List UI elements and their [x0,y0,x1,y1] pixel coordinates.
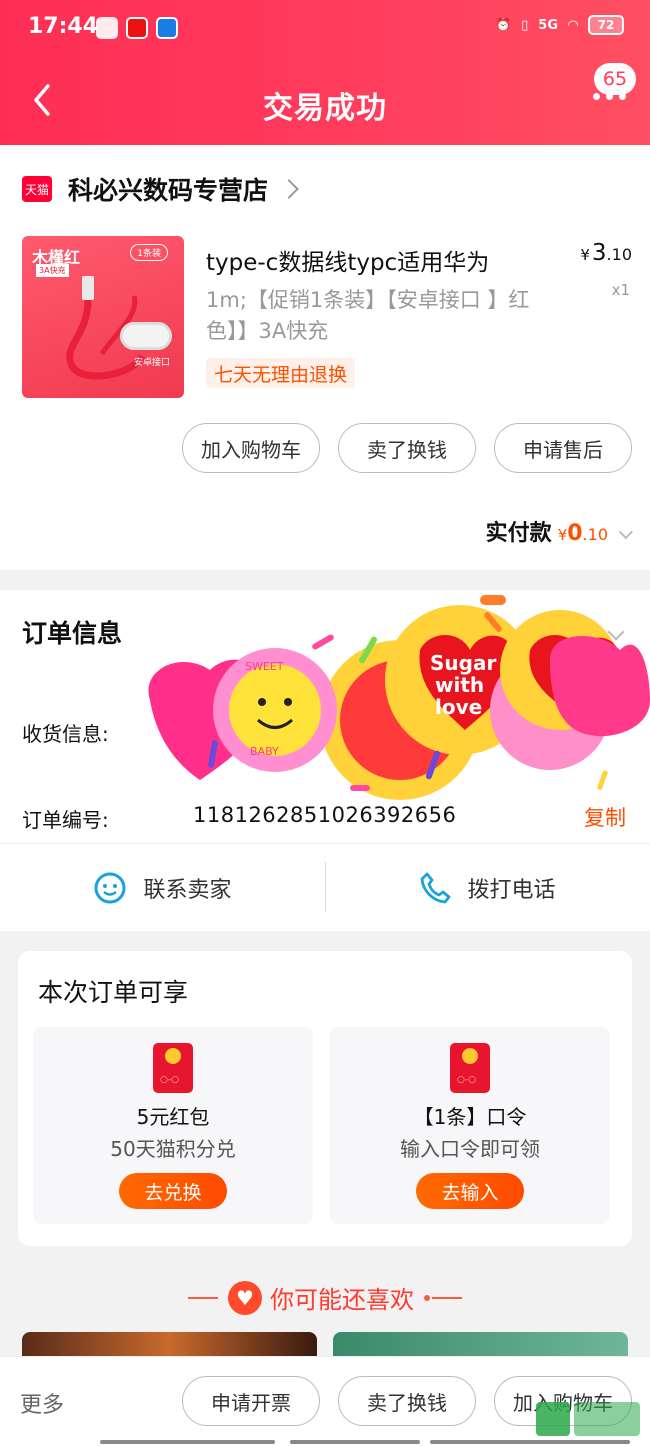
message-count-badge[interactable]: 65 [594,63,636,95]
order-benefits-card: 本次订单可享 5元红包 50天猫积分兑 去兑换 【1条】口令 输入口令即可领 去… [18,951,632,1246]
heart-icon: ♥ [228,1280,262,1315]
order-number: 1181262851026392656 [193,803,457,827]
recommend-item-image[interactable] [333,1332,628,1356]
request-invoice-button[interactable]: 申请开票 [182,1376,320,1426]
recommend-item-image[interactable] [22,1332,317,1356]
wechat-icon [96,17,118,39]
redeem-button[interactable]: 去兑换 [119,1173,227,1209]
call-phone-label: 拨打电话 [467,878,556,903]
paid-currency: ¥ [557,526,568,544]
order-number-label: 订单编号: [22,808,109,832]
divider [432,1296,462,1299]
signal-app-icon [156,17,178,39]
call-phone-button[interactable]: 拨打电话 [325,844,650,932]
product-price: ¥3.10 [580,240,632,266]
status-bar: 17:44 ⏰ ▯ 5G ◠ 72 [0,0,650,60]
tmall-icon: 天猫 [22,176,52,202]
benefit-desc: 输入口令即可领 [400,1137,540,1161]
paid-amount: 0.10 [567,521,608,546]
benefit-item: 5元红包 50天猫积分兑 去兑换 [33,1027,313,1224]
order-item-card: 天猫 科必兴数码专营店 木槿红 3A快充 1条装 安卓接口 type-c数据线t… [0,145,650,570]
benefit-item: 【1条】口令 输入口令即可领 去输入 [330,1027,610,1224]
benefit-desc: 50天猫积分兑 [110,1137,236,1161]
page-title: 交易成功 [263,91,387,126]
contact-bar: 联系卖家 拨打电话 [0,843,650,931]
return-policy-tag: 七天无理由退换 [206,358,356,388]
home-indicator [430,1440,630,1444]
contact-seller-label: 联系卖家 [143,878,232,903]
product-image-count: 1条装 [130,244,168,261]
product-quantity: x1 [611,281,630,299]
paid-amount-row[interactable]: 实付款 ¥ 0.10 [485,515,633,547]
vibrate-icon: ▯ [521,17,529,33]
svg-text:with: with [435,673,484,697]
status-app-icons [96,17,178,39]
chevron-down-icon[interactable] [607,623,625,641]
resell-button[interactable]: 卖了换钱 [338,1376,476,1426]
app-notification-icon [126,17,148,39]
more-button[interactable]: 更多 [20,1387,64,1419]
shipping-label: 收货信息: [22,722,109,746]
product-image[interactable]: 木槿红 3A快充 1条装 安卓接口 [22,236,184,398]
network-label: 5G [538,17,558,33]
order-info-card: 订单信息 收货信息: 订单编号: 1181262851026392656 复制 … [0,590,650,843]
shop-link[interactable]: 天猫 科必兴数码专营店 [22,171,299,207]
recommend-header: ♥ 你可能还喜欢 [0,1280,650,1315]
home-indicator [100,1440,275,1444]
product-image-plug-label: 安卓接口 [133,358,170,368]
benefit-name: 5元红包 [136,1105,210,1129]
chevron-down-icon [618,525,633,540]
after-sale-button[interactable]: 申请售后 [494,423,632,473]
benefit-name: 【1条】口令 [413,1105,527,1129]
product-title[interactable]: type-c数据线typc适用华为 [206,243,556,277]
shop-name: 科必兴数码专营店 [68,176,269,205]
battery-icon: 72 [588,15,624,35]
svg-text:SWEET: SWEET [245,660,284,673]
copy-button[interactable]: 复制 [584,802,626,832]
svg-text:BABY: BABY [250,745,279,758]
resell-button[interactable]: 卖了换钱 [338,423,476,473]
benefits-title: 本次订单可享 [38,978,189,1007]
wifi-icon: ◠ [568,17,578,33]
order-info-title: 订单信息 [22,619,123,648]
add-to-cart-button[interactable]: 加入购物车 [182,423,320,473]
divider [188,1296,218,1299]
red-packet-icon [450,1043,490,1093]
contact-seller-button[interactable]: 联系卖家 [0,844,325,932]
paid-label: 实付款 [485,521,552,546]
phone-icon [421,872,451,904]
red-packet-icon [153,1043,193,1093]
sticker-overlay: Sugar with love SWEET BABY [148,595,650,800]
alarm-icon: ⏰ [494,17,512,33]
svg-text:love: love [435,695,482,719]
site-watermark-logo [536,1402,640,1436]
status-time: 17:44 [28,14,99,39]
svg-text:Sugar: Sugar [430,651,496,675]
divider-dot [424,1294,430,1301]
enter-code-button[interactable]: 去输入 [416,1173,524,1209]
header-bar: 17:44 ⏰ ▯ 5G ◠ 72 交易成功 65 [0,0,650,145]
chat-icon [94,872,126,904]
recommend-title: 你可能还喜欢 [270,1286,414,1314]
status-indicators: ⏰ ▯ 5G ◠ 72 [495,15,624,35]
home-indicator [290,1440,420,1444]
chevron-right-icon [279,179,299,199]
product-spec: 1m;【促销1条装】【安卓接口 】红色】】3A快充 [206,288,530,343]
plug-icon [120,322,172,350]
